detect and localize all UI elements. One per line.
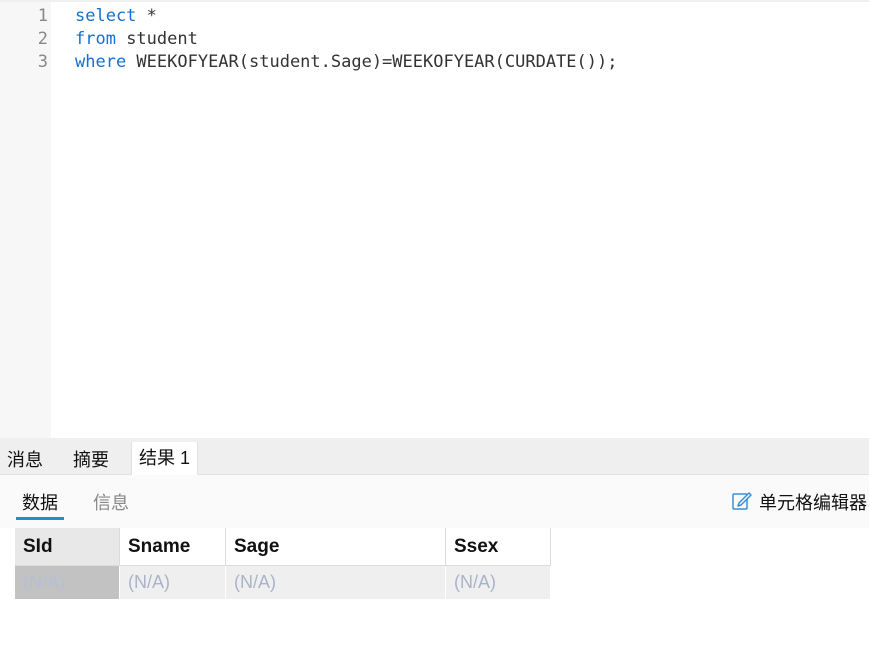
result-grid[interactable]: SId Sname Sage Ssex (N/A) (N/A) (N/A) (N… xyxy=(15,528,551,599)
active-subtab-indicator xyxy=(16,517,64,520)
column-header-sname[interactable]: Sname xyxy=(120,528,226,566)
sql-keyword: select xyxy=(75,6,137,26)
sql-text: WEEKOFYEAR(student.Sage)=WEEKOFYEAR(CURD… xyxy=(126,52,618,72)
grid-cell-sage[interactable]: (N/A) xyxy=(226,566,446,599)
grid-header-row: SId Sname Sage Ssex xyxy=(15,528,551,566)
column-header-sid[interactable]: SId xyxy=(15,528,120,566)
code-line[interactable]: select * xyxy=(75,5,157,28)
sql-editor[interactable]: 1 2 3 select * from student where WEEKOF… xyxy=(0,0,869,438)
sql-text: * xyxy=(136,6,157,26)
grid-cell-sid[interactable]: (N/A) xyxy=(15,566,120,599)
grid-cell-sname[interactable]: (N/A) xyxy=(120,566,226,599)
line-number: 3 xyxy=(37,52,48,72)
column-header-sage[interactable]: Sage xyxy=(226,528,446,566)
sql-text: student xyxy=(115,29,198,49)
cell-editor-label: 单元格编辑器 xyxy=(759,493,867,513)
tab-messages[interactable]: 消息 xyxy=(0,445,50,475)
tab-summary[interactable]: 摘要 xyxy=(66,445,116,475)
pencil-edit-icon xyxy=(731,489,759,516)
result-subtoolbar: 数据 信息 单元格编辑器 xyxy=(0,475,869,528)
subtab-info[interactable]: 信息 xyxy=(93,492,129,514)
sql-keyword: from xyxy=(75,29,116,49)
code-line[interactable]: from student xyxy=(75,28,198,51)
sql-keyword: where xyxy=(75,52,127,72)
result-tab-bar: 消息 摘要 结果 1 xyxy=(0,438,869,475)
tab-result-1[interactable]: 结果 1 xyxy=(131,442,199,475)
cell-editor-button[interactable]: 单元格编辑器 xyxy=(731,489,867,515)
subtab-data[interactable]: 数据 xyxy=(22,492,58,514)
line-number: 2 xyxy=(37,29,48,49)
line-number-gutter: 1 2 3 xyxy=(0,2,51,438)
line-number: 1 xyxy=(37,6,48,26)
table-row[interactable]: (N/A) (N/A) (N/A) (N/A) xyxy=(15,566,551,599)
grid-cell-ssex[interactable]: (N/A) xyxy=(446,566,551,599)
code-line[interactable]: where WEEKOFYEAR(student.Sage)=WEEKOFYEA… xyxy=(75,51,617,74)
column-header-ssex[interactable]: Ssex xyxy=(446,528,551,566)
